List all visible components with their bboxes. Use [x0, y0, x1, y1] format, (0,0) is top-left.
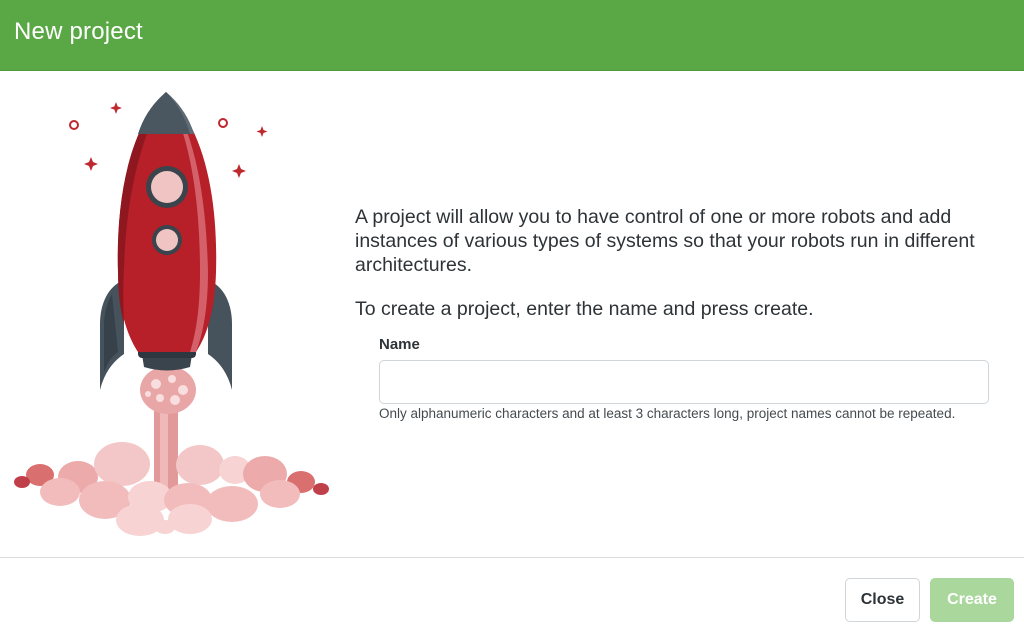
close-button[interactable]: Close — [845, 578, 920, 622]
dialog-header: New project — [0, 0, 1024, 71]
dialog-content: A project will allow you to have control… — [355, 205, 1020, 421]
dialog-title: New project — [14, 18, 143, 45]
name-help-text: Only alphanumeric characters and at leas… — [379, 406, 956, 421]
create-instruction: To create a project, enter the name and … — [355, 298, 814, 320]
rocket-icon — [14, 92, 329, 536]
rocket-illustration — [0, 72, 340, 550]
footer-divider — [0, 557, 1024, 558]
name-label: Name — [379, 336, 420, 353]
project-description: A project will allow you to have control… — [355, 206, 975, 276]
create-button[interactable]: Create — [930, 578, 1014, 622]
project-name-input[interactable] — [379, 360, 989, 404]
